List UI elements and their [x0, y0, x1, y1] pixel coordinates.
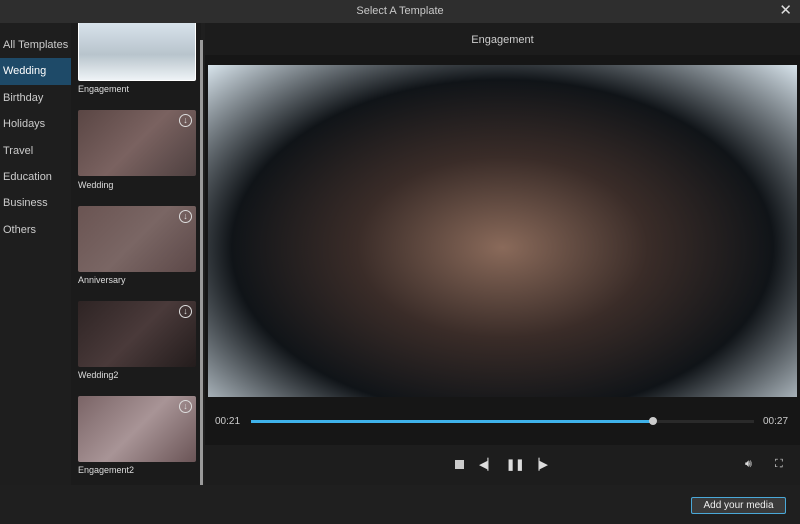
sidebar-item-education[interactable]: Education [0, 164, 71, 190]
template-thumb-engagement[interactable] [78, 23, 196, 81]
sidebar-item-all-templates[interactable]: All Templates [0, 32, 71, 58]
download-icon[interactable]: ↓ [179, 114, 192, 127]
template-label: Wedding [78, 180, 114, 190]
preview-panel: Engagement 00:21 00:27 ◀▏ ❚❚ ▕▶ 🔊︎ ⛶ [205, 23, 800, 485]
current-time: 00:21 [215, 416, 241, 427]
add-your-media-button[interactable]: Add your media [691, 497, 786, 514]
progress-fill [251, 420, 654, 423]
template-thumb-wedding2[interactable]: ↓ [78, 301, 196, 367]
template-list: Engagement ↓ Wedding ↓ Anniversary ↓ Wed… [71, 23, 201, 485]
sidebar-item-business[interactable]: Business [0, 190, 71, 216]
footer-bar [0, 485, 800, 524]
template-label: Wedding2 [78, 370, 119, 380]
progress-slider[interactable] [251, 417, 754, 425]
category-sidebar: All Templates Wedding Birthday Holidays … [0, 23, 71, 485]
sidebar-item-travel[interactable]: Travel [0, 138, 71, 164]
template-label: Engagement2 [78, 465, 135, 475]
download-icon[interactable]: ↓ [179, 210, 192, 223]
download-icon[interactable]: ↓ [179, 305, 192, 318]
progress-handle[interactable] [649, 417, 658, 425]
preview-title: Engagement [205, 23, 800, 55]
stop-icon[interactable] [455, 460, 464, 469]
sidebar-item-holidays[interactable]: Holidays [0, 111, 71, 137]
volume-icon[interactable]: 🔊︎ [745, 458, 752, 471]
sidebar-item-birthday[interactable]: Birthday [0, 85, 71, 111]
pause-icon[interactable]: ❚❚ [506, 458, 524, 471]
playback-controls: ◀▏ ❚❚ ▕▶ 🔊︎ ⛶ [205, 445, 800, 485]
sidebar-item-others[interactable]: Others [0, 217, 71, 243]
fullscreen-icon[interactable]: ⛶ [775, 458, 783, 471]
template-thumb-engagement2[interactable]: ↓ [78, 396, 196, 462]
window-title: Select A Template [356, 5, 444, 17]
total-time: 00:27 [763, 416, 789, 427]
close-icon[interactable]: ✕ [779, 0, 792, 22]
title-bar: Select A Template ✕ [0, 0, 800, 23]
template-label: Engagement [78, 84, 130, 94]
sidebar-item-wedding[interactable]: Wedding [0, 58, 71, 85]
template-list-scrollbar[interactable] [200, 40, 203, 485]
previous-frame-icon[interactable]: ◀▏ [479, 458, 496, 471]
download-icon[interactable]: ↓ [179, 400, 192, 413]
template-thumb-wedding[interactable]: ↓ [78, 110, 196, 176]
template-thumb-anniversary[interactable]: ↓ [78, 206, 196, 272]
next-frame-icon[interactable]: ▕▶ [531, 458, 548, 471]
template-label: Anniversary [78, 275, 126, 285]
video-preview[interactable] [208, 65, 797, 397]
